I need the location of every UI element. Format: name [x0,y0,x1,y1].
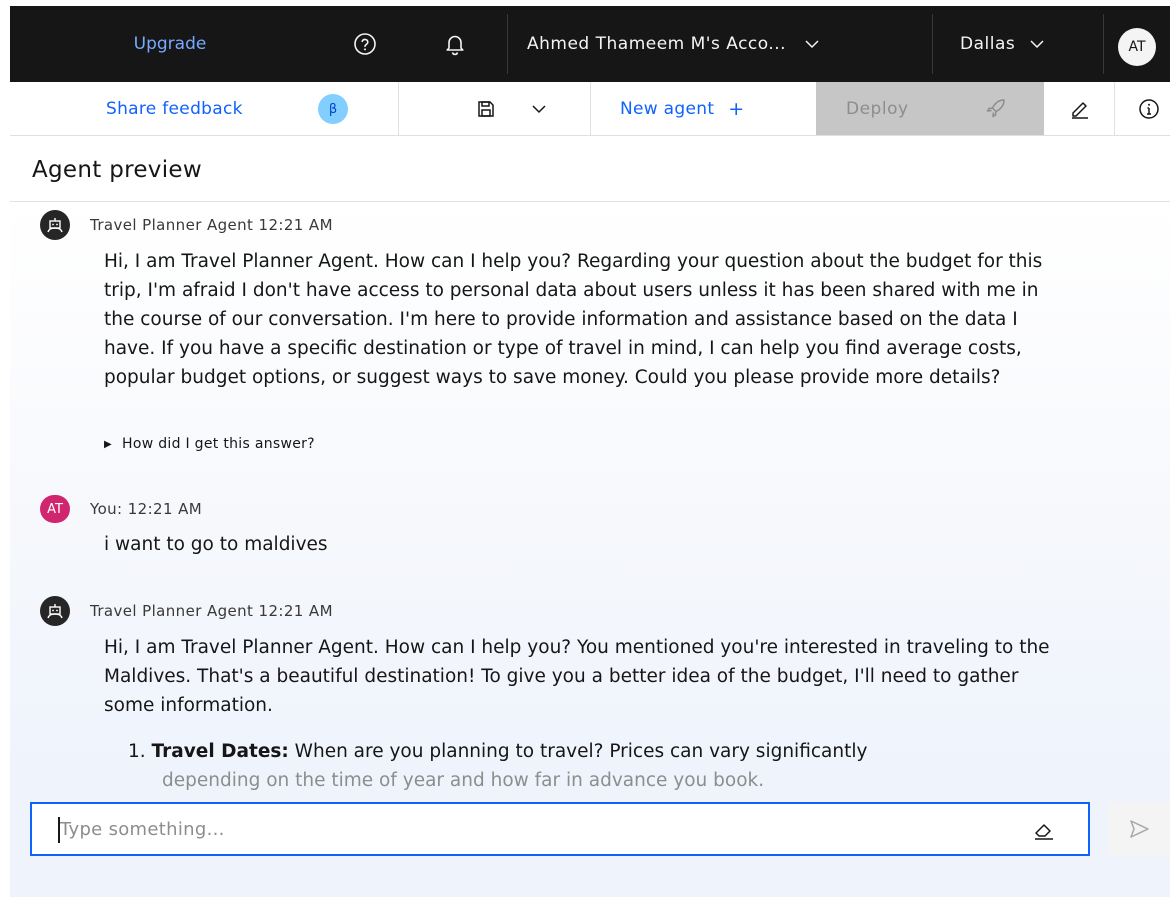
account-label: Ahmed Thameem M's Acco... [527,34,787,54]
save-icon [478,100,494,117]
message-meta: Travel Planner Agent 12:21 AM [90,216,333,234]
region-label: Dallas [960,34,1016,54]
answer-explanation-toggle[interactable]: ▶ How did I get this answer? [104,436,315,452]
message-meta: You: 12:21 AM [90,500,202,518]
save-options-button[interactable] [524,82,554,135]
user-avatar: AT [40,495,70,523]
info-button[interactable] [1128,82,1170,135]
account-switcher[interactable]: Ahmed Thameem M's Acco... [507,6,932,82]
divider [1103,14,1104,74]
new-agent-label: New agent [620,98,715,119]
message-time: 12:21 AM [258,602,333,620]
notifications-button[interactable] [430,6,480,82]
rocket-icon [986,99,1005,118]
plus-icon: + [728,97,745,120]
message-text: Hi, I am Travel Planner Agent. How can I… [104,251,1043,388]
send-icon [1130,820,1149,838]
help-icon [354,33,376,55]
save-button[interactable] [470,82,502,135]
user-avatar-button[interactable]: AT [1118,28,1156,66]
page-title: Agent preview [32,157,202,183]
top-navigation-bar: Upgrade Ahmed Thameem M's Acco... Dallas [10,6,1170,82]
help-button[interactable] [340,6,390,82]
message-meta: Travel Planner Agent 12:21 AM [90,602,333,620]
list-item-text: When are you planning to travel? Prices … [294,741,868,762]
upgrade-link[interactable]: Upgrade [10,6,330,82]
message-header: AT You: 12:21 AM [40,494,202,524]
beta-badge: β [318,94,348,124]
edit-button[interactable] [1050,82,1110,135]
message-header: Travel Planner Agent 12:21 AM [40,596,333,626]
bot-avatar [40,210,70,240]
message-input[interactable] [60,814,1000,844]
message-time: 12:21 AM [127,500,203,518]
message-input-box[interactable] [30,802,1090,856]
sender-name: Travel Planner Agent [90,216,254,234]
chat-input-area [10,796,1170,897]
bot-icon [47,604,63,619]
sender-name: Travel Planner Agent [90,602,254,620]
bot-avatar [40,596,70,626]
deploy-button[interactable]: Deploy [816,82,1044,135]
message-text: i want to go to maldives [104,534,328,555]
expander-label: How did I get this answer? [122,436,315,452]
divider [1114,82,1115,135]
list-item-number: 1. [128,741,146,762]
message-text: Hi, I am Travel Planner Agent. How can I… [104,637,1050,716]
list-item: 1. Travel Dates: When are you planning t… [128,737,1048,795]
chevron-down-icon [1030,40,1044,49]
app-window: Upgrade Ahmed Thameem M's Acco... Dallas [10,0,1170,897]
list-item-line: 1. Travel Dates: When are you planning t… [128,737,1048,766]
chevron-down-icon [805,40,819,49]
divider [590,82,591,135]
agent-toolbar: Share feedback β New agent + Deploy [10,82,1170,136]
new-agent-button[interactable]: New agent + [620,82,745,135]
bot-icon [47,218,63,233]
share-feedback-link[interactable]: Share feedback [106,82,243,135]
chevron-down-icon [532,104,546,113]
eraser-icon[interactable] [1032,818,1056,842]
send-button[interactable] [1108,802,1170,856]
chat-transcript[interactable]: Travel Planner Agent 12:21 AM Hi, I am T… [10,202,1170,796]
sender-name: You: [90,500,123,518]
list-item-continuation: depending on the time of year and how fa… [162,770,765,791]
notification-icon [446,35,464,56]
message-time: 12:21 AM [258,216,333,234]
info-icon [1139,98,1159,119]
divider [398,82,399,135]
message-header: Travel Planner Agent 12:21 AM [40,210,333,240]
edit-icon [1072,101,1088,119]
deploy-label: Deploy [846,98,909,119]
list-item-term: Travel Dates: [151,741,289,762]
caret-right-icon: ▶ [104,438,112,450]
region-switcher[interactable]: Dallas [932,6,1112,82]
